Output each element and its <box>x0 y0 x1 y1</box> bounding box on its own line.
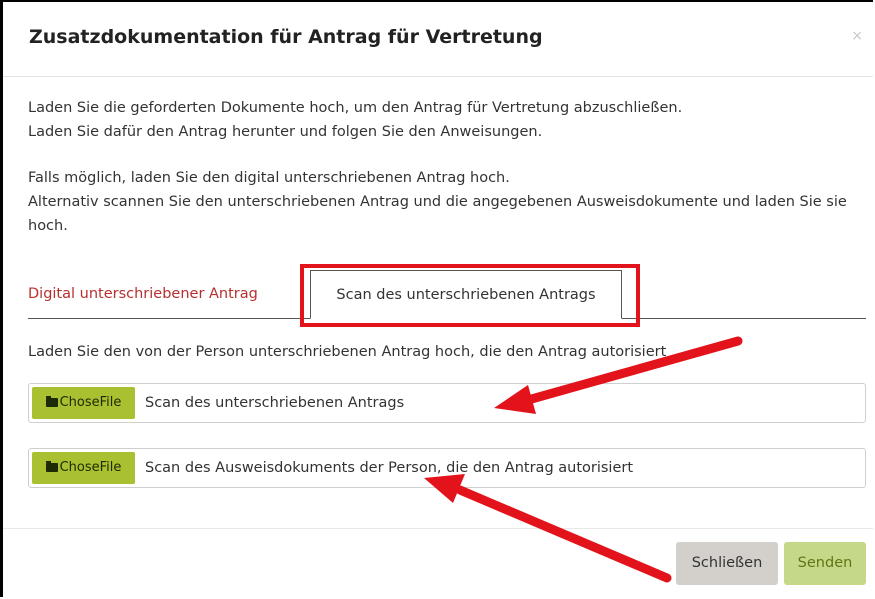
intro-text-3: Falls möglich, laden Sie den digital unt… <box>28 170 510 186</box>
intro-text-2: Laden Sie dafür den Antrag herunter und … <box>28 124 543 140</box>
choose-file-button[interactable]: ChoseFile <box>32 387 135 419</box>
upload-row-id-document: ChoseFile Scan des Ausweisdokuments der … <box>28 448 866 488</box>
intro-text-1: Laden Sie die geforderten Dokumente hoch… <box>28 100 683 116</box>
upload-instruction: Laden Sie den von der Person unterschrie… <box>28 344 667 360</box>
close-button[interactable]: Schließen <box>676 542 778 585</box>
close-icon[interactable]: × <box>851 28 863 44</box>
tab-digital-signed[interactable]: Digital unterschriebener Antrag <box>28 270 270 318</box>
choose-file-label: ChoseFile <box>59 460 122 475</box>
footer-divider <box>3 528 873 529</box>
upload-row-signed-scan: ChoseFile Scan des unterschriebenen Antr… <box>28 383 866 423</box>
modal-title: Zusatzdokumentation für Antrag für Vertr… <box>29 26 543 48</box>
folder-open-icon <box>45 461 58 472</box>
choose-file-label: ChoseFile <box>59 395 122 410</box>
file-label: Scan des Ausweisdokuments der Person, di… <box>145 460 634 476</box>
choose-file-button[interactable]: ChoseFile <box>32 452 135 484</box>
file-label: Scan des unterschriebenen Antrags <box>145 395 405 411</box>
modal-header: Zusatzdokumentation für Antrag für Vertr… <box>3 2 873 77</box>
send-button[interactable]: Senden <box>784 542 866 585</box>
folder-open-icon <box>45 396 58 407</box>
intro-text-4: Alternativ scannen Sie den unterschriebe… <box>28 194 847 234</box>
annotation-highlight-box <box>300 264 640 327</box>
